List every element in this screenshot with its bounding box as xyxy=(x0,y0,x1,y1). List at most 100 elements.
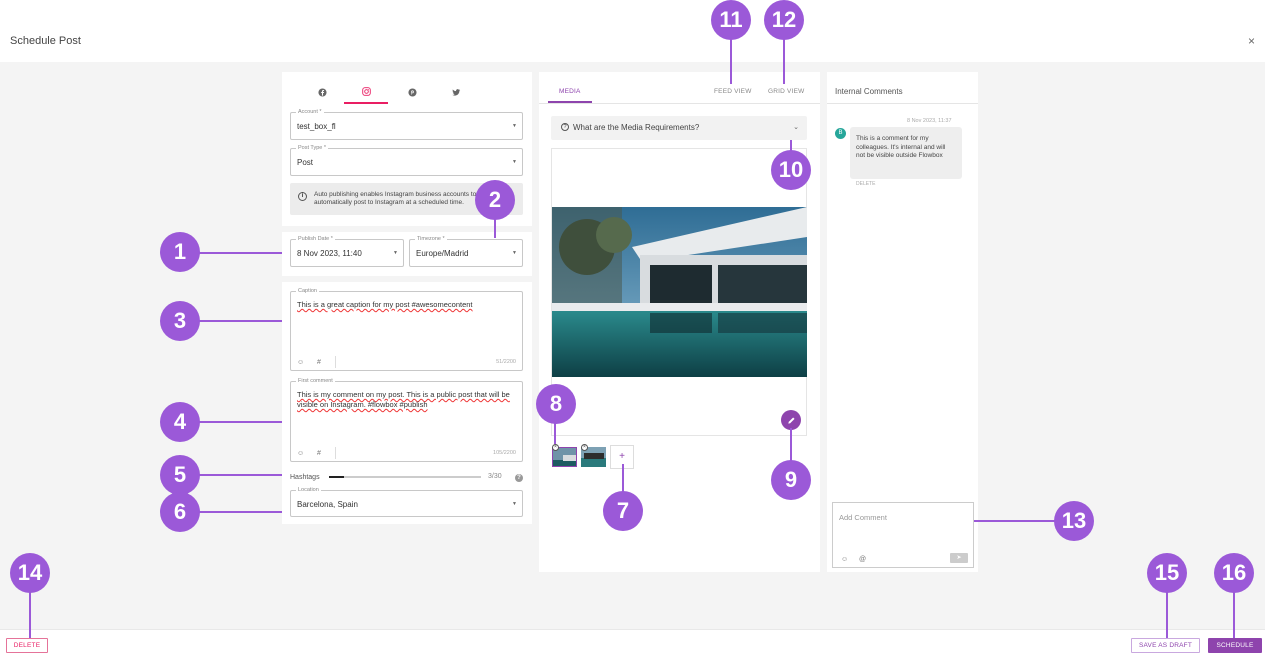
media-panel: MEDIA FEED VIEW GRID VIEW ? What are the… xyxy=(539,72,820,572)
tab-instagram[interactable] xyxy=(344,80,388,104)
emoji-icon[interactable]: ☺ xyxy=(297,359,304,366)
hashtags-count: 3/30 xyxy=(488,473,502,480)
publish-date-picker[interactable]: Publish Date * 8 Nov 2023, 11:40 ▼ xyxy=(290,235,404,267)
social-tabs xyxy=(292,80,512,104)
callout-line xyxy=(783,38,785,84)
remove-media-icon[interactable]: × xyxy=(581,444,588,451)
callout-badge: 3 xyxy=(160,301,200,341)
info-icon: i xyxy=(298,192,307,201)
callout-badge: 4 xyxy=(160,402,200,442)
emoji-icon[interactable]: ☺ xyxy=(297,450,304,457)
callout-line xyxy=(1166,592,1168,638)
save-draft-button[interactable]: SAVE AS DRAFT xyxy=(1131,638,1200,653)
avatar: B xyxy=(835,128,846,139)
close-icon[interactable]: × xyxy=(1248,34,1255,48)
first-comment-count: 105/2200 xyxy=(493,450,516,456)
first-comment-field[interactable]: First comment This is my comment on my p… xyxy=(290,377,523,462)
hashtags-meter-fill xyxy=(329,476,345,478)
pencil-icon xyxy=(787,416,795,424)
delete-button[interactable]: DELETE xyxy=(6,638,48,653)
toolbar-divider xyxy=(335,356,336,368)
tab-media[interactable]: MEDIA xyxy=(548,88,592,103)
callout-line xyxy=(1233,592,1235,638)
callout-badge: 14 xyxy=(10,553,50,593)
timezone-value: Europe/Madrid xyxy=(416,249,469,258)
tab-underline xyxy=(539,103,820,104)
callout-badge: 11 xyxy=(711,0,751,40)
callout-badge: 1 xyxy=(160,232,200,272)
remove-media-icon[interactable]: × xyxy=(552,444,559,451)
help-icon[interactable]: ? xyxy=(515,474,523,482)
callout-badge: 5 xyxy=(160,455,200,495)
divider xyxy=(827,103,978,104)
media-requirements-accordion[interactable]: ? What are the Media Requirements? ⌄ xyxy=(551,116,807,140)
modal-footer xyxy=(0,629,1265,660)
post-type-label: Post Type * xyxy=(296,144,329,152)
chevron-down-icon: ⌄ xyxy=(793,124,799,131)
send-icon[interactable]: ➤ xyxy=(950,553,968,563)
first-comment-text[interactable]: This is my comment on my post. This is a… xyxy=(297,390,515,410)
caption-field[interactable]: Caption This is a great caption for my p… xyxy=(290,287,523,371)
comment-bubble: This is a comment for my colleagues. It'… xyxy=(850,127,962,179)
hashtag-icon[interactable]: # xyxy=(317,450,321,457)
callout-badge: 2 xyxy=(475,180,515,220)
chevron-down-icon: ▼ xyxy=(393,250,398,256)
hashtags-label: Hashtags xyxy=(290,474,320,481)
callout-badge: 10 xyxy=(771,150,811,190)
tab-facebook[interactable] xyxy=(300,80,344,104)
tab-grid-view[interactable]: GRID VIEW xyxy=(768,88,804,95)
chevron-down-icon: ▼ xyxy=(512,123,517,129)
instagram-icon xyxy=(361,86,371,96)
section-divider xyxy=(282,276,532,282)
edit-media-button[interactable] xyxy=(781,410,801,430)
toolbar-divider xyxy=(335,447,336,459)
first-comment-label: First comment xyxy=(296,377,335,385)
callout-badge: 13 xyxy=(1054,501,1094,541)
callout-line xyxy=(198,320,282,322)
delete-comment-link[interactable]: DELETE xyxy=(856,181,875,187)
info-text: Auto publishing enables Instagram busine… xyxy=(314,191,477,206)
publish-date-value: 8 Nov 2023, 11:40 xyxy=(297,249,362,258)
tab-twitter[interactable] xyxy=(434,80,478,104)
callout-line xyxy=(198,421,282,423)
account-label: Account * xyxy=(296,108,324,116)
callout-line xyxy=(790,428,792,462)
callout-badge: 9 xyxy=(771,460,811,500)
callout-badge: 7 xyxy=(603,491,643,531)
hashtags-meter[interactable] xyxy=(329,476,481,478)
add-comment-field[interactable]: Add Comment ☺ @ ➤ xyxy=(832,502,974,568)
callout-badge: 12 xyxy=(764,0,804,40)
callout-badge: 6 xyxy=(160,492,200,532)
twitter-icon xyxy=(451,88,460,96)
callout-line xyxy=(29,592,31,638)
location-label: Location xyxy=(296,486,321,494)
internal-comments-title: Internal Comments xyxy=(835,87,903,96)
timezone-label: Timezone * xyxy=(415,235,447,243)
account-value: test_box_fl xyxy=(297,122,336,131)
modal-header: Schedule Post × xyxy=(0,0,1265,62)
internal-comments-panel: Internal Comments 8 Nov 2023, 11:37 B Th… xyxy=(827,72,978,572)
caption-text[interactable]: This is a great caption for my post #awe… xyxy=(297,300,515,310)
post-type-select[interactable]: Post Type * Post ▼ xyxy=(290,144,523,176)
mention-icon[interactable]: @ xyxy=(859,556,866,563)
emoji-icon[interactable]: ☺ xyxy=(841,556,848,563)
comment-timestamp: 8 Nov 2023, 11:37 xyxy=(907,118,952,124)
hashtag-icon[interactable]: # xyxy=(317,359,321,366)
location-select[interactable]: Location Barcelona, Spain ▼ xyxy=(290,486,523,517)
callout-line xyxy=(554,422,556,444)
timezone-select[interactable]: Timezone * Europe/Madrid ▼ xyxy=(409,235,523,267)
pinterest-icon xyxy=(407,87,417,97)
modal-title: Schedule Post xyxy=(10,35,81,47)
schedule-button[interactable]: SCHEDULE xyxy=(1208,638,1262,653)
account-select[interactable]: Account * test_box_fl ▼ xyxy=(290,108,523,140)
add-comment-placeholder: Add Comment xyxy=(839,513,887,522)
callout-line xyxy=(622,464,624,494)
callout-line xyxy=(974,520,1056,522)
tab-pinterest[interactable] xyxy=(390,80,434,104)
callout-line xyxy=(198,252,282,254)
tab-feed-view[interactable]: FEED VIEW xyxy=(714,88,752,95)
chevron-down-icon: ▼ xyxy=(512,500,517,507)
callout-line xyxy=(494,218,496,238)
callout-line xyxy=(730,38,732,84)
post-type-value: Post xyxy=(297,158,314,167)
